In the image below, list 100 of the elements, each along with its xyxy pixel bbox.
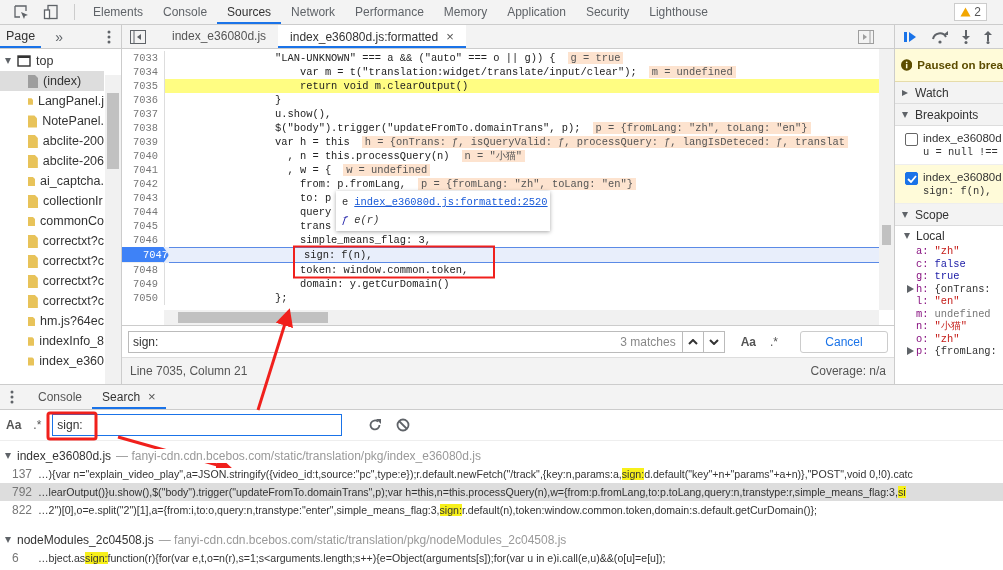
info-icon xyxy=(901,59,913,71)
inline-value: n = "小猫" xyxy=(461,150,525,162)
panel-tab[interactable]: Application xyxy=(497,0,576,24)
search-field[interactable]: sign: 3 matches xyxy=(128,330,683,353)
file-item[interactable]: (index) xyxy=(43,74,82,88)
scope-name[interactable]: Local xyxy=(916,228,945,243)
breakpoint-file[interactable]: index_e36080d xyxy=(923,131,1002,145)
coverage-status: Coverage: n/a xyxy=(810,364,886,378)
breakpoint-row[interactable]: index_e36080d sign: f(n), xyxy=(895,165,1003,204)
panel-tab[interactable]: Network xyxy=(281,0,346,24)
code-line: $("body").trigger("updateFromTo.domainTrans", p); xyxy=(275,122,581,134)
code-line: simple_means_flag: 3, xyxy=(298,234,431,246)
frame-icon xyxy=(17,55,31,67)
expand-arrow-icon[interactable] xyxy=(4,57,12,65)
annotation-box xyxy=(46,411,98,441)
file-item[interactable]: correctxt?c xyxy=(42,234,104,248)
source-link[interactable]: index_e36080d.js:formatted:2520 xyxy=(354,196,548,208)
line-number[interactable]: 7047 xyxy=(122,247,169,263)
previous-match-button[interactable] xyxy=(682,330,704,353)
file-icon xyxy=(28,214,36,228)
checkbox[interactable] xyxy=(905,133,918,146)
search-field[interactable]: sign: xyxy=(52,414,343,436)
code-line: }; xyxy=(275,292,288,304)
file-item[interactable]: hm.js?64ec xyxy=(40,314,104,328)
file-item[interactable]: correctxt?c xyxy=(42,294,104,308)
code-line: return void m.clearOutput() xyxy=(298,80,469,92)
file-icon xyxy=(28,134,38,148)
file-item[interactable]: commonCo xyxy=(40,214,104,228)
match-case-toggle[interactable]: Aa xyxy=(740,334,756,349)
clear-icon[interactable] xyxy=(396,418,411,432)
panel-tab[interactable]: Security xyxy=(575,0,640,24)
chevron-down-icon xyxy=(708,338,719,345)
file-icon xyxy=(28,154,38,168)
step-over-icon[interactable] xyxy=(931,29,949,44)
next-match-button[interactable] xyxy=(703,330,725,353)
variable-value: "zh" xyxy=(934,245,960,258)
expand-arrow-icon[interactable] xyxy=(907,347,914,356)
menu-icon[interactable] xyxy=(10,390,14,404)
file-tab[interactable]: index_e36080d.js xyxy=(160,25,279,48)
inline-value: m = undefined xyxy=(648,66,736,78)
result-file[interactable]: nodeModules_2c04508.js xyxy=(17,533,154,547)
file-item[interactable]: correctxt?c xyxy=(42,274,104,288)
expand-arrow-icon[interactable] xyxy=(901,110,909,119)
more-tabs-button[interactable]: » xyxy=(55,28,63,45)
menu-icon[interactable] xyxy=(107,29,111,44)
paused-message: Paused on brea xyxy=(917,59,1003,71)
selected-result-row[interactable]: 792 …learOutput()}u.show(),$("body").trigger("updateFromTo.domainTrans",p);var h=this,n=this.processQuery(n),w={from:p.fromLang,to:p.toLang,query:n,transtype:r,simple_means_flag:3,si xyxy=(0,483,1003,501)
code-line: var m = t("translation:widget/translate/input/clear"); xyxy=(298,66,637,78)
result-file[interactable]: index_e36080d.js xyxy=(17,449,112,463)
panel-tab[interactable]: Lighthouse xyxy=(639,0,718,24)
code-line: , w = { xyxy=(286,164,332,176)
variable-value: "zh" xyxy=(934,332,960,345)
expand-arrow-icon[interactable] xyxy=(903,231,911,240)
panel-tab[interactable]: Memory xyxy=(433,0,498,24)
inline-value: w = undefined xyxy=(343,164,431,176)
tree-item[interactable]: top xyxy=(36,54,54,68)
sidebar-toggle-icon[interactable] xyxy=(858,29,874,44)
refresh-icon[interactable] xyxy=(368,418,383,432)
file-item[interactable]: abclite-206 xyxy=(42,154,104,168)
expand-arrow-icon[interactable] xyxy=(907,284,914,293)
file-tab[interactable]: index_e36080d.js:formatted × xyxy=(278,25,466,48)
code-line: "LAN-UNKNOWN" === a && ("auto" === o || g)) { xyxy=(275,52,556,64)
expand-arrow-icon[interactable] xyxy=(4,536,12,544)
breakpoint-file[interactable]: index_e36080d xyxy=(923,170,1002,184)
file-item[interactable]: abclite-200 xyxy=(42,134,104,148)
file-item[interactable]: indexInfo_8 xyxy=(39,334,104,348)
inspect-icon[interactable] xyxy=(13,4,29,20)
match-case-toggle[interactable]: Aa xyxy=(6,418,22,432)
sidebar-toggle-icon[interactable] xyxy=(130,29,146,44)
panel-tab[interactable]: Elements xyxy=(83,0,154,24)
drawer-tab[interactable]: Console xyxy=(28,385,93,409)
warning-badge[interactable]: 2 xyxy=(954,3,987,21)
file-icon xyxy=(28,274,38,288)
expand-arrow-icon[interactable] xyxy=(4,452,12,460)
variable-name: a: xyxy=(916,245,929,258)
file-item[interactable]: ai_captcha. xyxy=(40,174,104,188)
expand-arrow-icon[interactable] xyxy=(901,210,909,219)
cursor-position: Line 7035, Column 21 xyxy=(130,364,248,378)
step-out-icon[interactable] xyxy=(983,29,993,44)
drawer-tab[interactable]: Search × xyxy=(92,385,166,409)
file-item[interactable]: LangPanel.j xyxy=(37,94,104,108)
variable-value: {onTrans: xyxy=(934,282,991,295)
panel-tab[interactable]: Console xyxy=(153,0,218,24)
code-line: domain: y.getCurDomain() xyxy=(298,278,450,290)
panel-tab[interactable]: Performance xyxy=(345,0,434,24)
step-into-icon[interactable] xyxy=(961,29,971,44)
navigator-tab[interactable]: Page xyxy=(0,25,42,48)
regex-toggle[interactable]: .* xyxy=(33,418,42,432)
cancel-button[interactable]: Cancel xyxy=(800,330,888,353)
file-item[interactable]: NotePanel. xyxy=(42,114,104,128)
variable-value: "小猫" xyxy=(934,319,967,334)
expand-arrow-icon[interactable] xyxy=(901,88,909,97)
device-icon[interactable] xyxy=(43,4,59,20)
checkbox[interactable] xyxy=(905,172,918,185)
file-item[interactable]: index_e360 xyxy=(39,354,104,368)
file-icon xyxy=(28,254,38,268)
file-item[interactable]: collectionIr xyxy=(43,194,103,208)
regex-toggle[interactable]: .* xyxy=(770,334,778,349)
result-line[interactable]: …learOutput()}u.show(),$("body").trigger("updateFromTo.domainTrans",p);var h=this,n=this.processQuery(n),w={from:p.fromLang,to:p.toLang,query:n,transtype:r,simple_means_flag:3,si xyxy=(38,486,906,498)
file-item[interactable]: correctxt?c xyxy=(42,254,104,268)
